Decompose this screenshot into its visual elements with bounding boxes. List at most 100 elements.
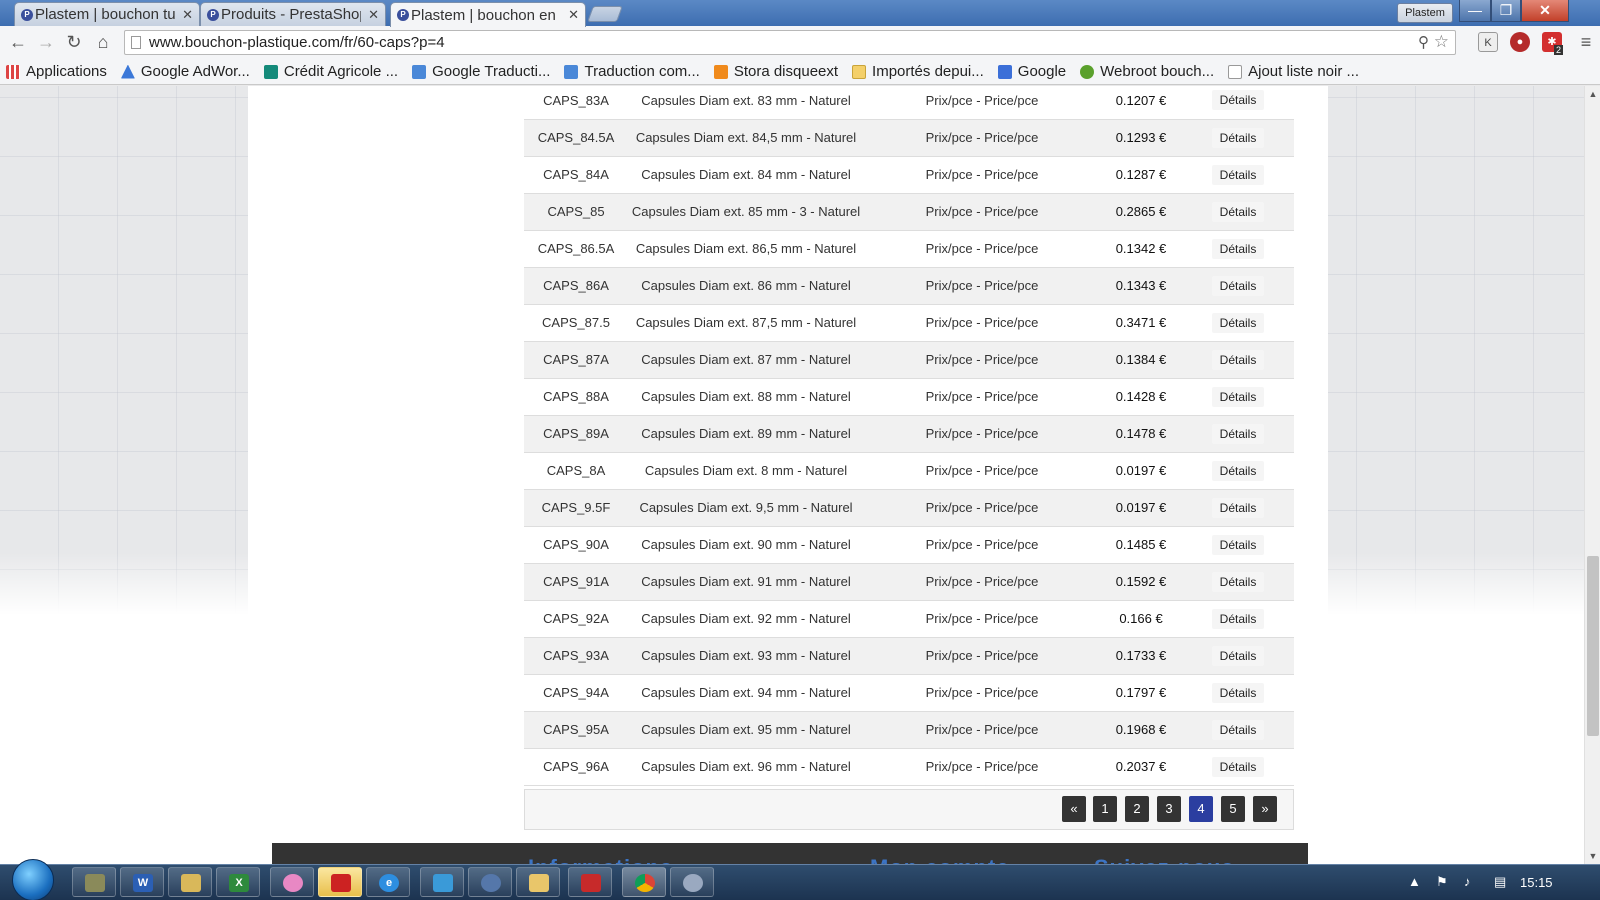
bookmark-ajout-liste-noir[interactable]: Ajout liste noir ... (1228, 63, 1359, 80)
reload-icon[interactable]: ↻ (64, 32, 84, 53)
product-name: Capsules Diam ext. 83 mm - Naturel (628, 86, 864, 120)
bookmark-google-traduction[interactable]: Google Traducti... (412, 63, 550, 80)
pagination-page-4-current[interactable]: 4 (1189, 796, 1213, 822)
tab-close-icon[interactable]: ✕ (568, 7, 579, 23)
bookmark-google[interactable]: Google (997, 63, 1066, 80)
product-name: Capsules Diam ext. 96 mm - Naturel (628, 748, 864, 786)
url-input[interactable] (149, 33, 1379, 52)
details-button[interactable]: Détails (1211, 164, 1265, 185)
taskbar-app[interactable] (420, 867, 464, 897)
details-button[interactable]: Détails (1211, 756, 1265, 777)
menu-icon[interactable]: ≡ (1576, 32, 1596, 53)
tab-plastem-active[interactable]: P Plastem | bouchon en ✕ (390, 2, 586, 27)
address-bar[interactable]: ⚲ ☆ (124, 30, 1456, 55)
bookmark-stora[interactable]: Stora disqueext (713, 63, 838, 80)
taskbar-paint-brush[interactable] (670, 867, 714, 897)
footer-heading-informations: Informations (528, 855, 673, 864)
product-name: Capsules Diam ext. 85 mm - 3 - Naturel (628, 193, 864, 231)
new-tab-button[interactable] (587, 6, 623, 22)
back-arrow-icon[interactable]: ← (8, 32, 28, 53)
details-button[interactable]: Détails (1211, 423, 1265, 444)
details-button[interactable]: Détails (1211, 312, 1265, 333)
minimize-button[interactable]: — (1459, 0, 1491, 22)
clock[interactable]: 15:15 (1520, 875, 1553, 890)
bookmark-label: Crédit Agricole ... (283, 63, 399, 80)
tab-close-icon[interactable]: ✕ (182, 7, 193, 23)
taskbar-chrome[interactable] (622, 867, 666, 897)
k-extension-icon[interactable]: K (1478, 32, 1498, 52)
product-reference: CAPS_83A (524, 86, 628, 120)
page-viewport: CAPS_83A Capsules Diam ext. 83 mm - Natur… (0, 86, 1584, 864)
product-name: Capsules Diam ext. 95 mm - Naturel (628, 711, 864, 749)
pagination-prev-button[interactable]: « (1062, 796, 1086, 822)
vertical-scrollbar[interactable]: ▲ ▼ (1584, 86, 1600, 864)
details-button[interactable]: Détails (1211, 719, 1265, 740)
details-button[interactable]: Détails (1211, 682, 1265, 703)
taskbar-explorer[interactable] (168, 867, 212, 897)
details-button[interactable]: Détails (1211, 460, 1265, 481)
title-bar: P Plastem | bouchon tu ✕ P Produits - Pr… (0, 0, 1600, 27)
tab-close-icon[interactable]: ✕ (368, 7, 379, 23)
page-icon (1228, 64, 1243, 79)
product-unit: Prix/pce - Price/pce (864, 341, 1100, 379)
bookmark-google-adwords[interactable]: Google AdWor... (120, 63, 250, 80)
taskbar-camera[interactable] (468, 867, 512, 897)
bookmark-label: Google Traducti... (432, 63, 551, 80)
taskbar-file-manager[interactable] (72, 867, 116, 897)
product-reference: CAPS_8A (524, 452, 628, 490)
bookmarks-bar: Applications Google AdWor... Crédit Agri… (0, 59, 1600, 85)
bookmark-applications[interactable]: Applications (6, 63, 107, 80)
tab-plastem-1[interactable]: P Plastem | bouchon tu ✕ (14, 2, 200, 26)
pagination-page-2[interactable]: 2 (1125, 796, 1149, 822)
bookmark-webroot[interactable]: Webroot bouch... (1080, 63, 1214, 80)
tray-expand-icon[interactable]: ▲ (1408, 874, 1421, 889)
product-unit: Prix/pce - Price/pce (864, 711, 1100, 749)
details-button[interactable]: Détails (1211, 386, 1265, 407)
volume-icon[interactable]: ♪ (1464, 874, 1471, 889)
product-name: Capsules Diam ext. 86,5 mm - Naturel (628, 230, 864, 268)
pagination-page-3[interactable]: 3 (1157, 796, 1181, 822)
details-button[interactable]: Détails (1211, 645, 1265, 666)
details-button[interactable]: Détails (1211, 127, 1265, 148)
scroll-down-arrow-icon[interactable]: ▼ (1585, 848, 1600, 864)
bookmark-traduction-com[interactable]: Traduction com... (564, 63, 700, 80)
lastpass-extension-icon[interactable]: ● (1510, 32, 1530, 52)
product-reference: CAPS_95A (524, 711, 628, 749)
start-button[interactable] (12, 859, 54, 900)
bookmark-star-icon[interactable]: ☆ (1434, 32, 1449, 52)
taskbar-acrobat[interactable] (568, 867, 612, 897)
network-icon[interactable]: ▤ (1494, 874, 1506, 890)
pagination-page-5[interactable]: 5 (1221, 796, 1245, 822)
details-button[interactable]: Détails (1211, 608, 1265, 629)
close-window-button[interactable]: ✕ (1521, 0, 1569, 22)
taskbar-excel[interactable]: X (216, 867, 260, 897)
zoom-icon[interactable]: ⚲ (1418, 33, 1429, 51)
pagination-page-1[interactable]: 1 (1093, 796, 1117, 822)
scrollbar-thumb[interactable] (1587, 556, 1599, 736)
bookmark-credit-agricole[interactable]: Crédit Agricole ... (263, 63, 399, 80)
taskbar-word[interactable]: W (120, 867, 164, 897)
pagination-next-button[interactable]: » (1253, 796, 1277, 822)
action-center-flag-icon[interactable]: ⚑ (1436, 874, 1448, 890)
taskbar-puzzle-app[interactable] (318, 867, 362, 897)
taskbar-paint[interactable] (270, 867, 314, 897)
file-manager-icon (85, 874, 105, 892)
bookmark-importes[interactable]: Importés depui... (852, 63, 984, 80)
details-button[interactable]: Détails (1211, 201, 1265, 222)
details-button[interactable]: Détails (1211, 534, 1265, 555)
taskbar-folder[interactable] (516, 867, 560, 897)
details-button[interactable]: Détails (1211, 349, 1265, 370)
maximize-button[interactable]: ❐ (1491, 0, 1521, 22)
tab-produits-prestashop[interactable]: P Produits - PrestaShop ✕ (200, 2, 386, 26)
details-button[interactable]: Détails (1211, 497, 1265, 518)
product-name: Capsules Diam ext. 89 mm - Naturel (628, 415, 864, 453)
details-button[interactable]: Détails (1211, 571, 1265, 592)
home-icon[interactable]: ⌂ (93, 32, 113, 53)
details-button[interactable]: Détails (1211, 238, 1265, 259)
taskbar-internet-explorer[interactable]: e (366, 867, 410, 897)
profile-button[interactable]: Plastem (1397, 3, 1453, 23)
details-button[interactable]: Détails (1211, 275, 1265, 296)
details-button[interactable]: Détails (1211, 90, 1265, 111)
scroll-up-arrow-icon[interactable]: ▲ (1585, 86, 1600, 102)
forward-arrow-icon[interactable]: → (36, 32, 56, 53)
